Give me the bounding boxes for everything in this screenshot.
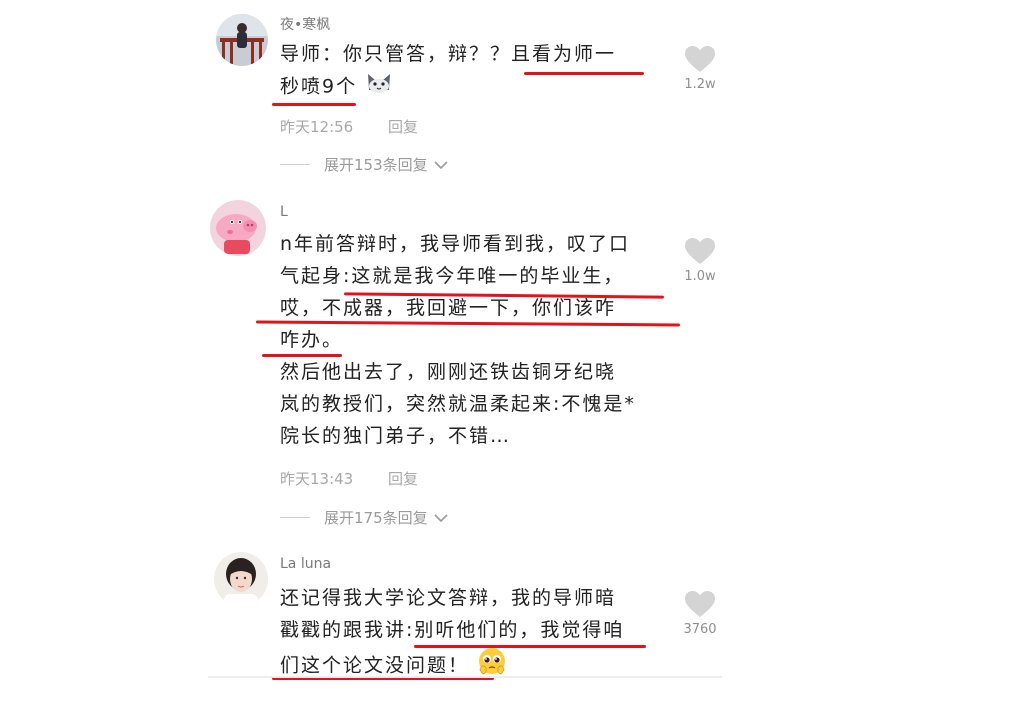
reply-button[interactable]: 回复 (388, 118, 418, 136)
underline-mark (262, 354, 342, 357)
divider (208, 676, 722, 678)
expand-replies-button[interactable]: 展开175条回复 (280, 507, 448, 528)
comment-text: 还记得我大学论文答辩，我的导师暗 戳戳的跟我讲:别听他们的，我觉得咱 们这个论文… (280, 582, 624, 686)
like-button[interactable]: 1.0w (680, 238, 720, 284)
timestamp: 昨天13:43 (280, 470, 354, 488)
like-button[interactable]: 1.2w (680, 46, 720, 92)
avatar[interactable] (216, 14, 268, 66)
reply-button[interactable]: 回复 (388, 470, 418, 488)
comment-text: 导师：你只管答，辩？？且看为师一 秒喷9个 (280, 38, 616, 104)
cat-emoji-icon (365, 70, 393, 104)
comment-text: n年前答辩时，我导师看到我，叹了口 气起身:这就是我今年唯一的毕业生， 哎，不成… (280, 233, 636, 447)
underline-mark (524, 72, 644, 75)
chevron-down-icon (434, 513, 448, 522)
heart-icon (685, 46, 715, 72)
expand-replies-button[interactable]: 展开153条回复 (280, 154, 448, 175)
like-count: 3760 (683, 622, 717, 637)
timestamp: 昨天12:56 (280, 118, 354, 136)
username[interactable]: La luna (280, 556, 331, 572)
username[interactable]: 夜•寒枫 (280, 14, 330, 34)
heart-icon (685, 238, 715, 264)
underline-mark (272, 103, 356, 106)
underline-mark (414, 645, 646, 648)
username[interactable]: L (280, 204, 288, 220)
avatar[interactable] (210, 200, 266, 256)
like-count: 1.0w (684, 269, 716, 284)
like-button[interactable]: 3760 (680, 591, 720, 637)
comment-meta: 昨天13:43 回复 (280, 468, 418, 489)
pleading-face-emoji-icon (477, 646, 507, 686)
chevron-down-icon (434, 160, 448, 169)
heart-icon (685, 591, 715, 617)
comment-meta: 昨天12:56 回复 (280, 116, 418, 137)
avatar[interactable] (214, 552, 268, 606)
like-count: 1.2w (684, 77, 716, 92)
